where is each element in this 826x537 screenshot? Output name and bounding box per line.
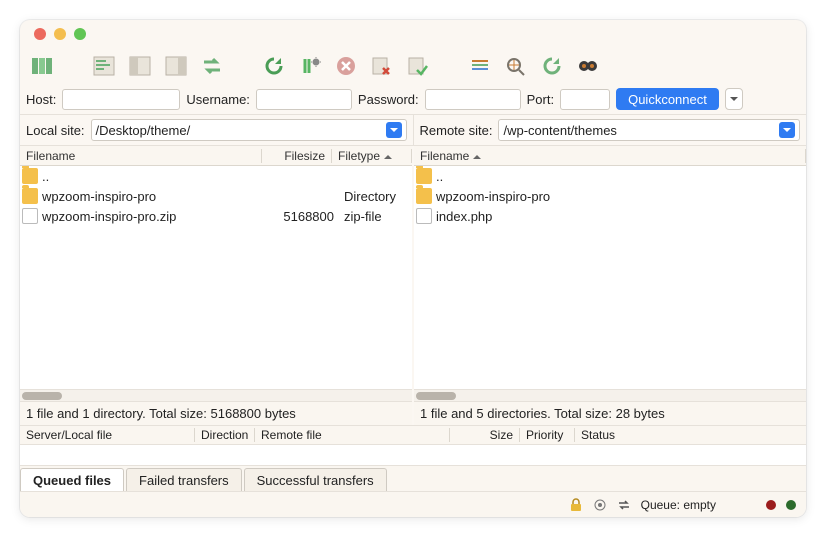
col-server[interactable]: Server/Local file (20, 428, 195, 442)
file-icon (416, 208, 432, 224)
chevron-down-icon[interactable] (779, 122, 795, 138)
queue-list[interactable] (20, 445, 806, 465)
local-site-label: Local site: (26, 123, 85, 138)
tab-failed[interactable]: Failed transfers (126, 468, 242, 491)
lock-icon (569, 498, 583, 512)
remote-pane: Filename .. wpzoom-inspiro-pro index.php… (414, 146, 806, 425)
sort-ascending-icon (473, 151, 481, 159)
remote-status: 1 file and 5 directories. Total size: 28… (414, 401, 806, 425)
list-item[interactable]: wpzoom-inspiro-pro (414, 186, 806, 206)
disconnect-icon[interactable] (366, 51, 398, 81)
remote-site-label: Remote site: (420, 123, 493, 138)
col-filesize[interactable]: Filesize (262, 149, 332, 163)
remote-file-list[interactable]: .. wpzoom-inspiro-pro index.php (414, 166, 806, 389)
folder-icon (416, 168, 432, 184)
list-item[interactable]: index.php (414, 206, 806, 226)
tab-queued[interactable]: Queued files (20, 468, 124, 491)
gear-icon[interactable] (593, 498, 607, 512)
list-item[interactable]: .. (414, 166, 806, 186)
col-status[interactable]: Status (575, 428, 806, 442)
quickconnect-button[interactable]: Quickconnect (616, 88, 719, 110)
ftp-client-window: Host: Username: Password: Port: Quickcon… (20, 20, 806, 517)
find-icon[interactable] (572, 51, 604, 81)
auto-refresh-icon[interactable] (536, 51, 568, 81)
username-label: Username: (186, 92, 250, 107)
local-path-combobox[interactable]: /Desktop/theme/ (91, 119, 407, 141)
sync-browse-icon[interactable] (196, 51, 228, 81)
col-priority[interactable]: Priority (520, 428, 575, 442)
local-columns-header: Filename Filesize Filetype (20, 146, 412, 166)
h-scrollbar[interactable] (20, 389, 412, 401)
queue-status-text: Queue: empty (641, 498, 716, 512)
path-bar: Local site: /Desktop/theme/ Remote site:… (20, 115, 806, 146)
port-input[interactable] (560, 89, 610, 110)
refresh-icon[interactable] (258, 51, 290, 81)
password-label: Password: (358, 92, 419, 107)
host-label: Host: (26, 92, 56, 107)
tab-success[interactable]: Successful transfers (244, 468, 387, 491)
cancel-icon[interactable] (330, 51, 362, 81)
compare-icon[interactable] (500, 51, 532, 81)
status-indicator-1 (766, 500, 776, 510)
remote-columns-header: Filename (414, 146, 806, 166)
folder-icon (416, 188, 432, 204)
h-scrollbar[interactable] (414, 389, 806, 401)
reconnect-icon[interactable] (402, 51, 434, 81)
password-input[interactable] (425, 89, 521, 110)
transfer-tabs: Queued files Failed transfers Successful… (20, 465, 806, 491)
toggle-log-icon[interactable] (88, 51, 120, 81)
queue-columns-header: Server/Local file Direction Remote file … (20, 425, 806, 445)
folder-icon (22, 168, 38, 184)
local-file-list[interactable]: .. wpzoom-inspiro-proDirectory wpzoom-in… (20, 166, 412, 389)
col-size[interactable]: Size (450, 428, 520, 442)
local-status: 1 file and 1 directory. Total size: 5168… (20, 401, 412, 425)
col-filetype[interactable]: Filetype (332, 149, 412, 163)
remote-path-combobox[interactable]: /wp-content/themes (498, 119, 800, 141)
col-direction[interactable]: Direction (195, 428, 255, 442)
transfer-icon (617, 498, 631, 512)
quickconnect-bar: Host: Username: Password: Port: Quickcon… (20, 84, 806, 115)
sort-ascending-icon (384, 151, 392, 159)
host-input[interactable] (62, 89, 180, 110)
quickconnect-history-dropdown[interactable] (725, 88, 743, 110)
local-path-text: /Desktop/theme/ (96, 123, 191, 138)
status-bar: Queue: empty (20, 491, 806, 517)
window-zoom-button[interactable] (74, 28, 86, 40)
main-toolbar (20, 48, 806, 84)
local-pane: Filename Filesize Filetype .. wpzoom-ins… (20, 146, 412, 425)
toggle-remote-tree-icon[interactable] (160, 51, 192, 81)
chevron-down-icon[interactable] (386, 122, 402, 138)
toggle-local-tree-icon[interactable] (124, 51, 156, 81)
port-label: Port: (527, 92, 554, 107)
window-minimize-button[interactable] (54, 28, 66, 40)
folder-icon (22, 188, 38, 204)
file-icon (22, 208, 38, 224)
filename-filter-icon[interactable] (464, 51, 496, 81)
list-item[interactable]: wpzoom-inspiro-pro.zip5168800zip-file (20, 206, 412, 226)
username-input[interactable] (256, 89, 352, 110)
file-panes: Filename Filesize Filetype .. wpzoom-ins… (20, 146, 806, 425)
site-manager-icon[interactable] (26, 51, 58, 81)
col-remote-file[interactable]: Remote file (255, 428, 450, 442)
col-filename[interactable]: Filename (414, 149, 806, 163)
list-item[interactable]: .. (20, 166, 412, 186)
status-indicator-2 (786, 500, 796, 510)
window-close-button[interactable] (34, 28, 46, 40)
col-filename[interactable]: Filename (20, 149, 262, 163)
list-item[interactable]: wpzoom-inspiro-proDirectory (20, 186, 412, 206)
mac-titlebar (20, 20, 806, 48)
process-queue-icon[interactable] (294, 51, 326, 81)
remote-path-text: /wp-content/themes (503, 123, 616, 138)
